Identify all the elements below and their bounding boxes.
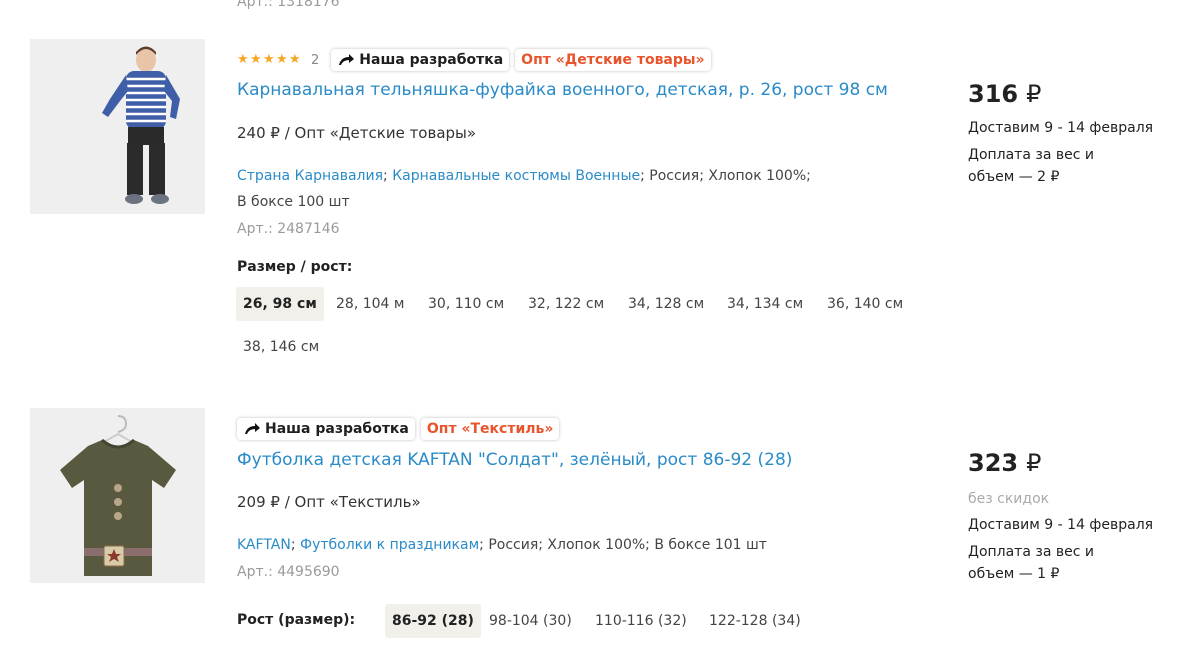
extra-charge-line: Доплата за вес и [968,147,1094,163]
product-properties: Страна Карнавалия; Карнавальные костюмы … [237,163,811,215]
properties-line: Страна Карнавалия; Карнавальные костюмы … [237,163,811,189]
product-properties: KAFTAN; Футболки к праздникам; Россия; Х… [237,532,767,558]
size-option[interactable]: 30, 110 см [421,287,511,321]
article-number: Арт.: 4495690 [237,564,340,580]
star-icon: ★ [276,52,288,67]
size-label: Рост (размер): [237,612,356,628]
no-discount-label: без скидок [968,491,1050,507]
product-meta-row: ★ ★ ★ ★ ★ 2 Наша разработка Опт «Детские… [237,49,711,71]
size-option[interactable]: 110-116 (32) [588,604,694,638]
properties-text: ; Россия; Хлопок 100%; В боксе 101 шт [479,537,767,553]
product-image[interactable] [30,408,205,583]
extra-charge-line: объем — 1 ₽ [968,566,1060,582]
extra-charge-note: Доплата за вес и объем — 2 ₽ [968,144,1168,188]
extra-charge-line: объем — 2 ₽ [968,169,1060,185]
product-title-link[interactable]: Футболка детская KAFTAN "Солдат", зелёны… [237,450,792,470]
product-meta-row: Наша разработка Опт «Текстиль» [237,418,560,440]
star-icon: ★ [237,52,249,67]
badge-label: Наша разработка [359,52,504,68]
rating-stars[interactable]: ★ ★ ★ ★ ★ [237,52,301,67]
delivery-date: Доставим 9 - 14 февраля [968,120,1154,136]
properties-text: ; Россия; Хлопок 100%; [640,168,811,184]
previous-item-article: Арт.: 1318176 [237,0,340,10]
delivery-date: Доставим 9 - 14 февраля [968,517,1154,533]
size-label: Размер / рост: [237,259,353,275]
size-option[interactable]: 38, 146 см [236,330,326,364]
size-option[interactable]: 122-128 (34) [702,604,808,638]
curved-arrow-icon [245,423,260,434]
size-option[interactable]: 98-104 (30) [482,604,579,638]
wholesale-price: 240 ₽ / Опт «Детские товары» [237,124,477,142]
wholesale-badge: Опт «Текстиль» [420,418,560,440]
wholesale-badge: Опт «Детские товары» [515,49,711,71]
star-icon: ★ [250,52,262,67]
size-option[interactable]: 34, 128 см [621,287,711,321]
size-option-selected[interactable]: 86-92 (28) [385,604,481,638]
extra-charge-note: Доплата за вес и объем — 1 ₽ [968,541,1168,585]
box-quantity: В боксе 100 шт [237,194,350,210]
price-value: 316 [968,80,1019,108]
separator: ; [383,168,393,184]
separator: ; [290,537,301,553]
article-number: Арт.: 2487146 [237,221,340,237]
badge-label: Наша разработка [265,421,409,437]
size-option-selected[interactable]: 26, 98 см [236,287,324,321]
price-value: 323 [968,449,1019,477]
product-image[interactable] [30,39,205,214]
own-development-badge: Наша разработка [237,418,415,440]
currency-symbol: ₽ [1026,449,1042,477]
extra-charge-line: Доплата за вес и [968,544,1094,560]
product-price: 323 ₽ [968,449,1041,477]
currency-symbol: ₽ [1026,80,1042,108]
product-price: 316 ₽ [968,80,1041,108]
curved-arrow-icon [339,54,355,65]
review-count[interactable]: 2 [311,53,319,68]
star-icon: ★ [263,52,275,67]
category-link[interactable]: Карнавальные костюмы Военные [392,168,640,184]
own-development-badge: Наша разработка [331,49,510,71]
size-option[interactable]: 36, 140 см [820,287,910,321]
size-option[interactable]: 34, 134 см [720,287,810,321]
brand-link[interactable]: Страна Карнавалия [237,168,383,184]
star-icon: ★ [289,52,301,67]
size-option[interactable]: 32, 122 см [521,287,611,321]
properties-line: KAFTAN; Футболки к праздникам; Россия; Х… [237,532,767,558]
product-title-link[interactable]: Карнавальная тельняшка-фуфайка военного,… [237,80,888,100]
wholesale-price: 209 ₽ / Опт «Текстиль» [237,493,421,511]
brand-link[interactable]: KAFTAN [237,537,291,553]
category-link[interactable]: Футболки к праздникам [300,537,479,553]
size-option[interactable]: 28, 104 м [329,287,411,321]
